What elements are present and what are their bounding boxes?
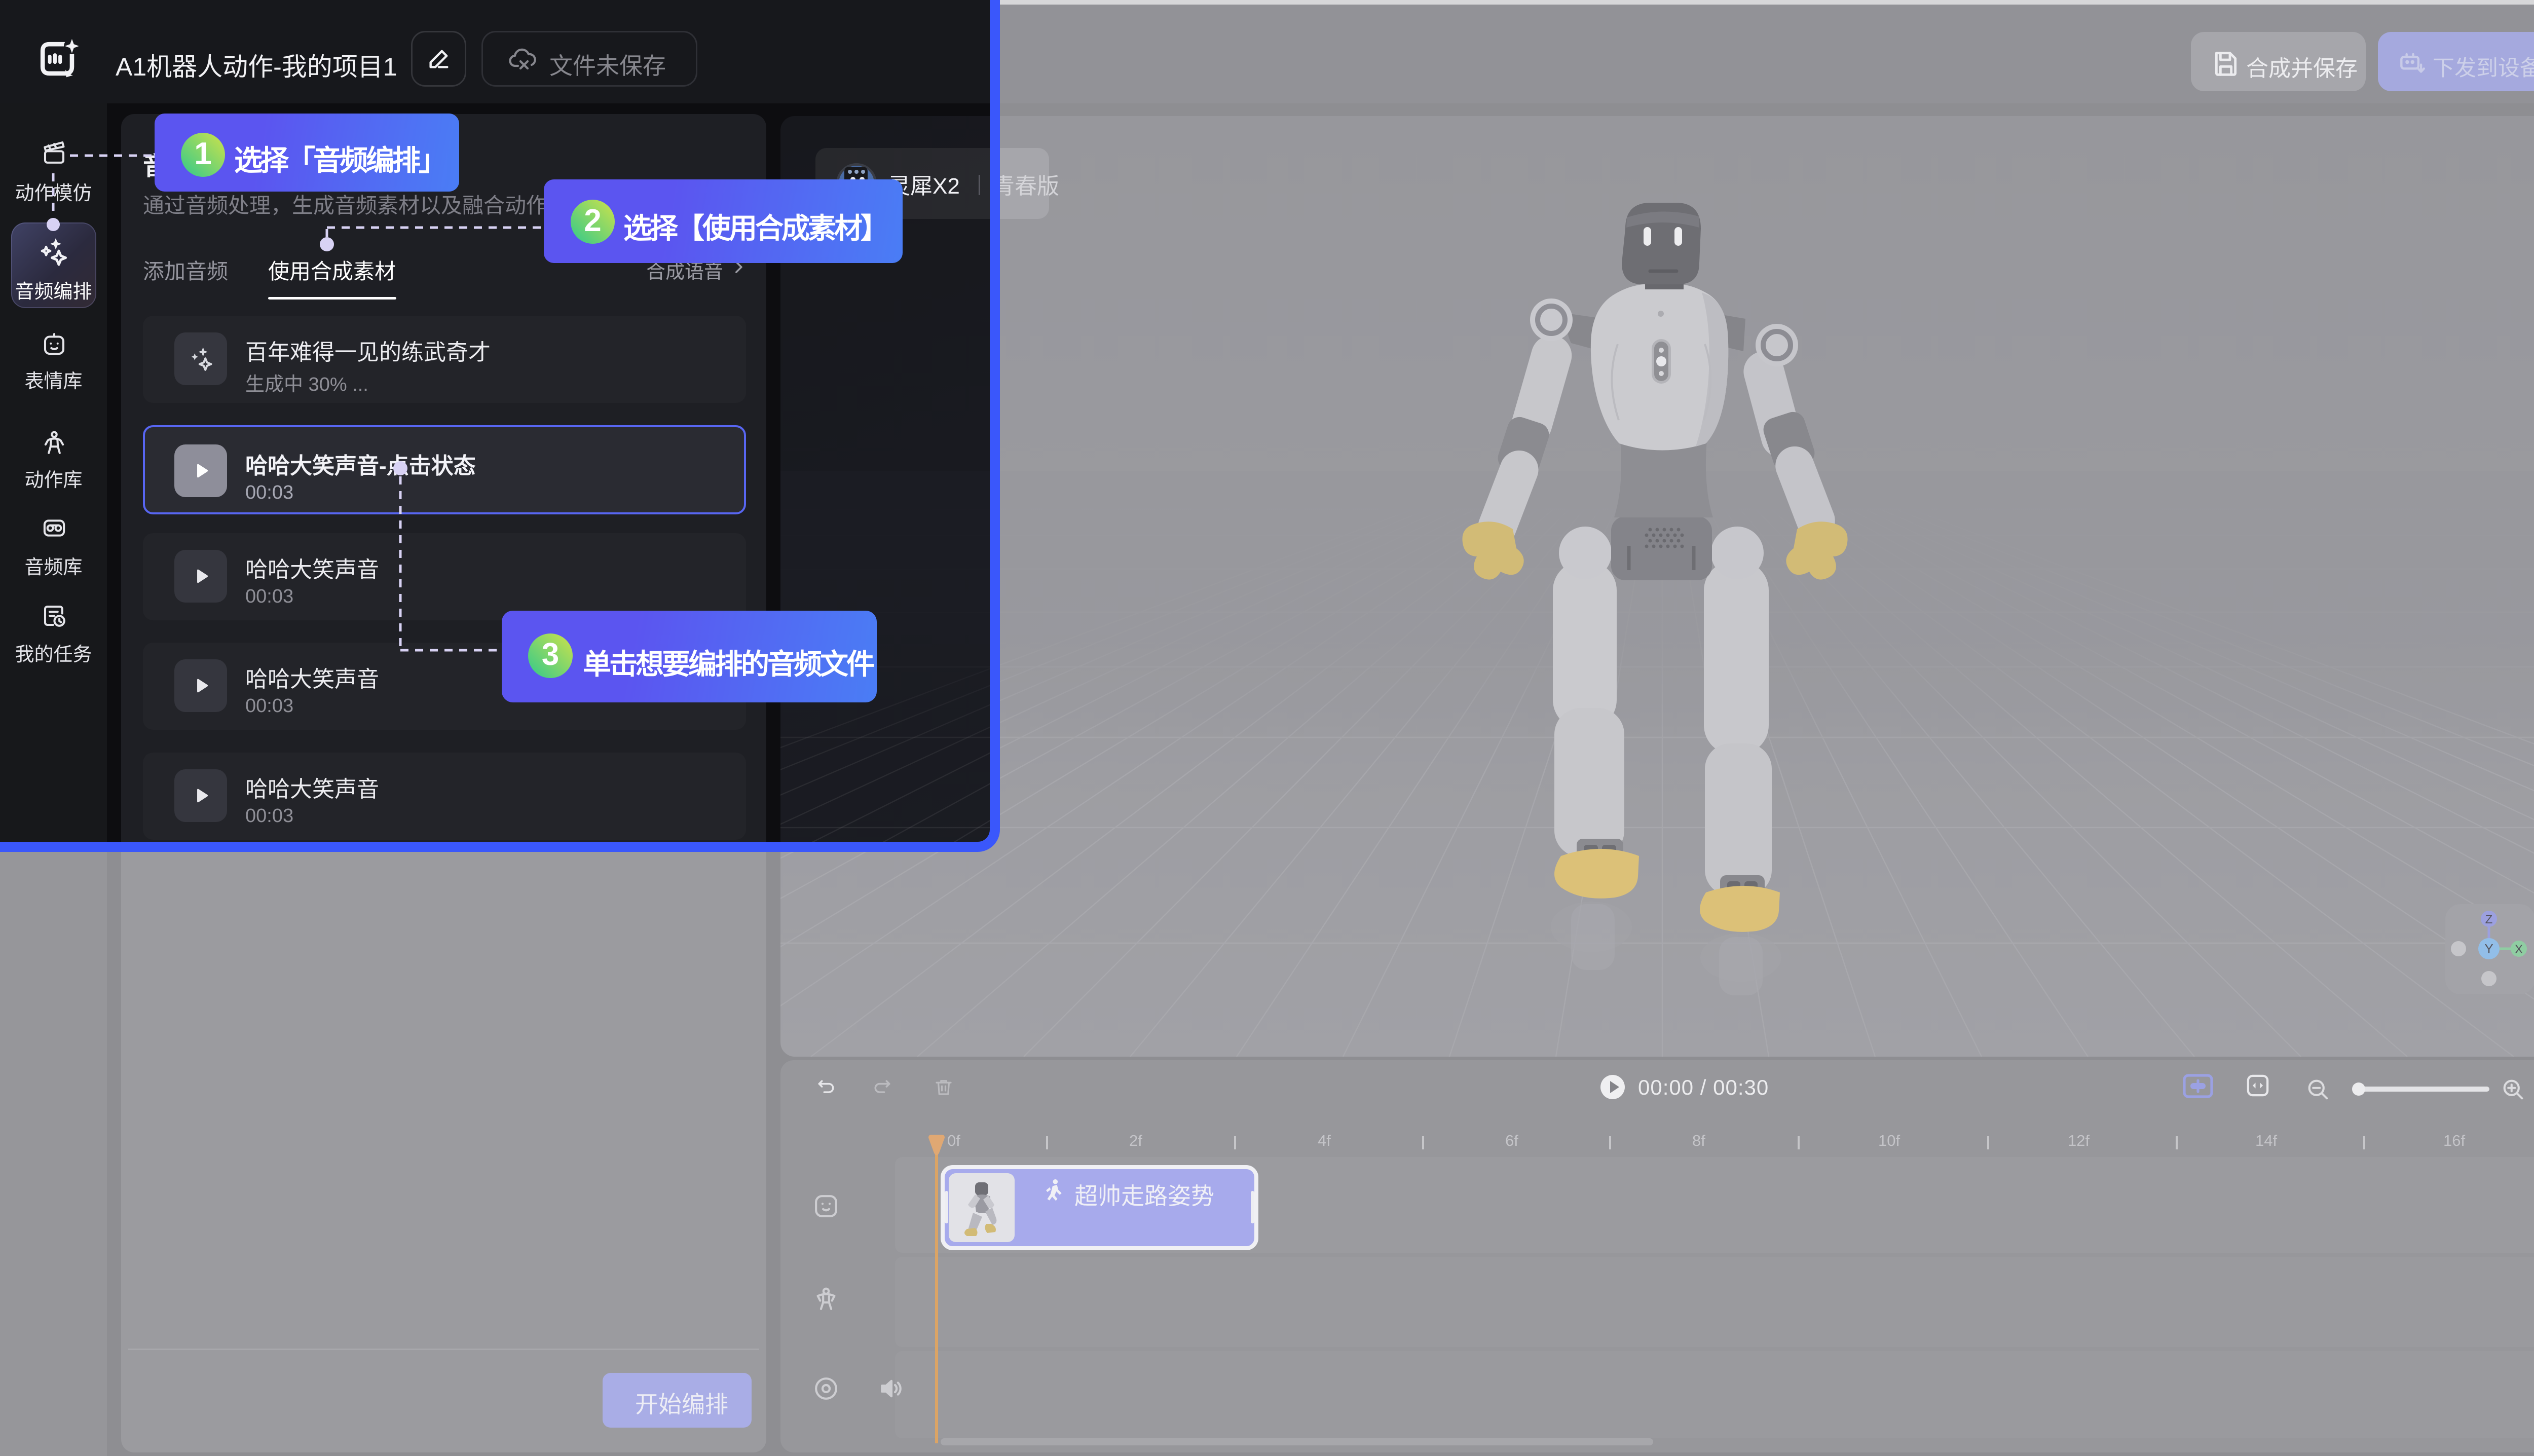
svg-text:Z: Z — [2485, 913, 2493, 926]
svg-text:X: X — [2515, 943, 2523, 956]
svg-text:Y: Y — [2484, 941, 2493, 956]
